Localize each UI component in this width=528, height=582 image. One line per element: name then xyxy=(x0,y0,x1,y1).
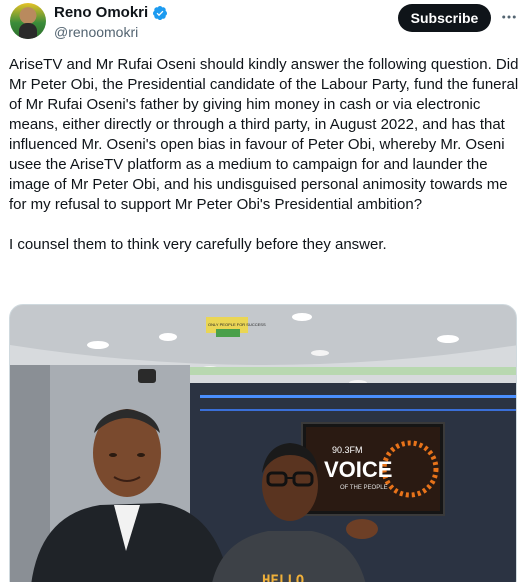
studio-photo-illustration: 90.3FM VOICE OF THE PEOPLE ONLY PEOPLE F… xyxy=(10,305,516,582)
avatar[interactable] xyxy=(10,3,46,39)
shirt-text: HELLO xyxy=(262,573,304,582)
screen-brand-top: 90.3FM xyxy=(332,445,363,455)
subscribe-button[interactable]: Subscribe xyxy=(398,4,491,32)
ellipsis-icon xyxy=(502,15,516,19)
tweet-paragraph: I counsel them to think very carefully b… xyxy=(9,236,387,253)
author-handle[interactable]: @renoomokri xyxy=(54,24,138,40)
watermark-text: ONLY PEOPLE FOR SUCCESS xyxy=(208,322,266,327)
screen-brand-main: VOICE xyxy=(324,457,392,482)
display-name[interactable]: Reno Omokri xyxy=(54,4,148,21)
verified-badge-icon xyxy=(153,5,168,20)
more-icon[interactable] xyxy=(500,8,518,26)
tweet-photo[interactable]: 90.3FM VOICE OF THE PEOPLE ONLY PEOPLE F… xyxy=(9,304,517,582)
author-name-row: Reno Omokri xyxy=(54,4,168,21)
screen-brand-sub: OF THE PEOPLE xyxy=(340,485,388,491)
tweet-text: AriseTV and Mr Rufai Oseni should kindly… xyxy=(9,55,521,275)
tweet-paragraph: AriseTV and Mr Rufai Oseni should kindly… xyxy=(9,56,519,213)
